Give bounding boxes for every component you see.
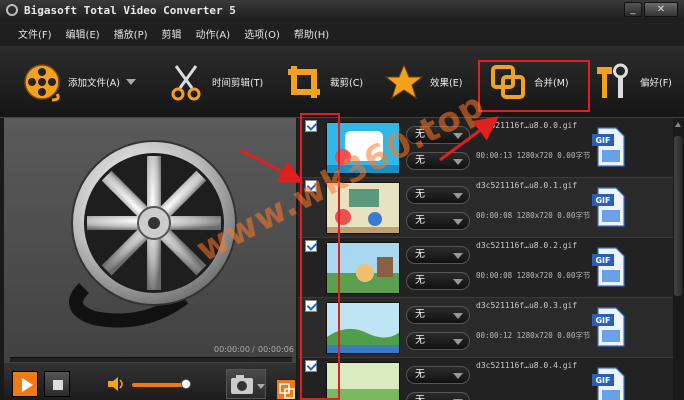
- arrow-to-checkboxes: [239, 148, 304, 183]
- annotation-arrows: [239, 116, 499, 183]
